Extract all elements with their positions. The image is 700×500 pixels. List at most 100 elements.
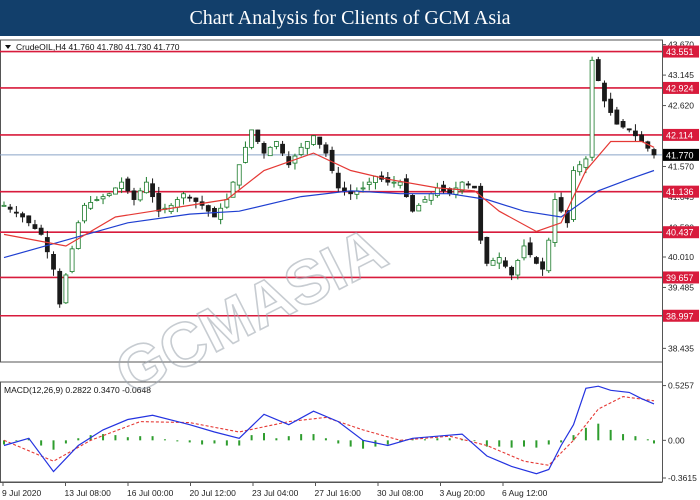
macd-histogram-bar [362,440,365,449]
candle-body [583,158,589,168]
macd-histogram-bar [560,440,563,443]
macd-histogram-bar [188,440,191,443]
macd-histogram-bar [423,439,426,441]
candle-body [317,136,323,145]
candle-body [465,183,471,186]
candle-body [187,196,193,199]
candle-body [26,215,32,224]
level-label: 39.657 [666,273,694,283]
x-tick-label: 9 Jul 2020 [2,488,41,498]
macd-histogram-bar [126,437,129,441]
candle-body [32,224,38,229]
price-panel-title: CrudeOIL,H4 41.760 41.780 41.730 41.770 [16,42,180,52]
macd-histogram-bar [275,438,278,441]
candle-body [633,130,638,137]
macd-histogram-bar [300,434,303,441]
macd-histogram-bar [448,438,451,441]
macd-histogram-bar [312,434,315,441]
watermark: GCMASIA [104,213,398,409]
macd-histogram-bar [52,440,55,450]
candle-body [88,202,94,209]
candle-body [113,187,118,195]
level-label: 40.437 [666,228,694,238]
candle-body [267,146,273,157]
macd-line [3,385,655,475]
candle-body [329,149,335,171]
level-label: 42.924 [666,83,694,93]
price-y-tick-label: 38.435 [668,343,694,353]
candle-body [57,270,63,305]
candle-body [540,261,545,270]
level-label: 43.551 [666,47,694,57]
macd-histogram-bar [473,440,476,442]
candle-body [286,156,292,166]
macd-histogram-bar [40,440,43,446]
candle-body [620,121,626,128]
price-y-tick-label: 43.145 [668,70,694,80]
candle-body [360,187,366,190]
candle-body [218,207,224,220]
macd-histogram-bar [547,440,550,445]
macd-histogram-bar [163,439,166,441]
candle-body [608,98,614,113]
candle-body [193,197,199,202]
candle-body [552,199,558,243]
macd-histogram-bar [653,440,655,444]
macd-histogram-bar [523,440,525,447]
level-label: 42.114 [666,130,693,140]
candle-body [614,109,620,125]
macd-histogram-bar [77,438,80,441]
macd-histogram-bar [263,433,265,441]
macd-histogram-bar [337,440,340,444]
candle-body [589,59,595,158]
candle-body [298,146,304,155]
candle-body [577,164,583,173]
watermark-text: GCMASIA [105,214,397,408]
candle-body [509,266,515,276]
candle-body [323,144,329,154]
candle-body [236,164,242,186]
candle-body [75,222,81,249]
macd-histogram-bar [151,436,154,441]
collapse-arrow-icon [5,45,11,49]
candle-body [311,135,316,145]
candle-body [156,192,162,212]
x-tick-label: 30 Jul 08:00 [377,488,424,498]
x-tick-label: 20 Jul 12:00 [190,488,237,498]
candle-body [205,205,211,212]
macd-histogram-bar [349,440,352,447]
candle-body [472,185,477,189]
candle-body [119,181,125,189]
macd-histogram-bar [238,440,241,446]
candle-body [38,227,44,235]
macd-panel: 0.52570.00-0.3615MACD(12,26,9) 0.2822 0.… [0,381,697,483]
candle-body [490,260,496,266]
candle-body [422,199,428,203]
candle-body [639,134,645,142]
candle-body [261,143,267,154]
macd-histogram-bar [64,440,67,444]
candle-body [651,149,657,156]
candle-body [521,245,527,259]
candle-body [224,199,230,208]
candle-body [533,257,539,264]
candle-body [496,257,502,264]
macd-histogram-bar [622,434,625,441]
macd-histogram-bar [15,440,18,442]
candle-body [373,175,378,183]
macd-histogram-bar [213,440,216,444]
candle-body [484,236,490,264]
candle-body [69,248,75,272]
macd-y-tick-label: 0.00 [668,435,685,445]
candle-body [243,146,248,163]
candle-body [602,82,607,102]
candle-body [100,196,106,200]
candle-body [273,141,279,147]
candle-body [174,199,180,208]
candle-body [391,181,397,184]
candle-body [7,206,13,210]
candle-body [131,190,137,200]
candle-body [106,193,112,196]
candle-body [410,195,415,212]
candle-body [527,242,533,256]
